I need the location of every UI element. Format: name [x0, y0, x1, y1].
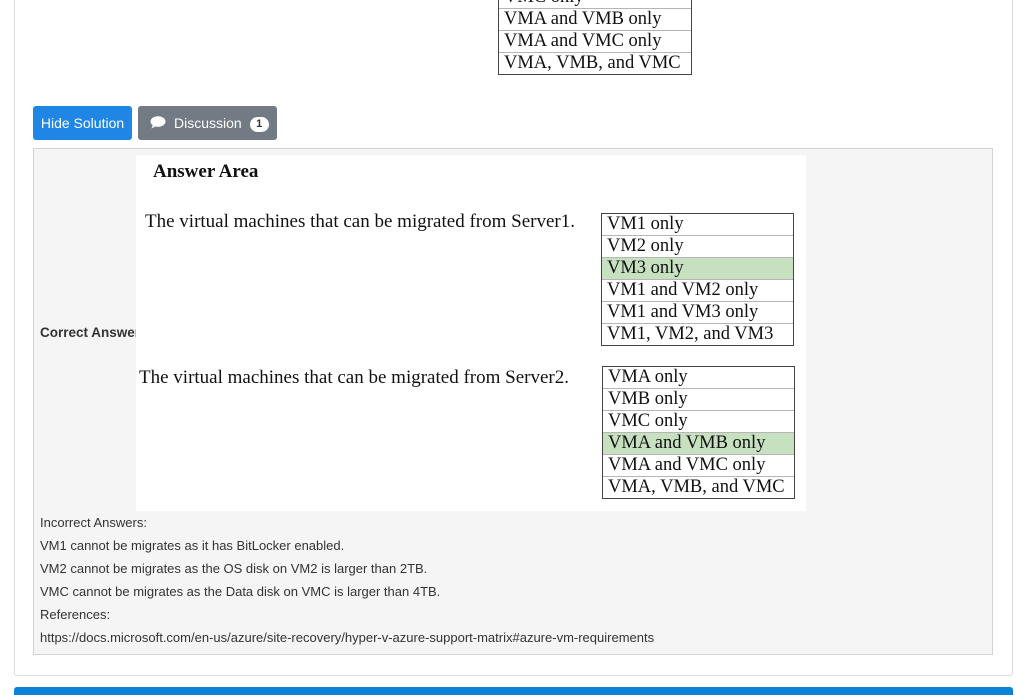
list-item: VMA and VMB only	[499, 8, 691, 30]
explanation-line: VM2 cannot be migrates as the OS disk on…	[40, 561, 428, 576]
answer-area-title: Answer Area	[153, 161, 259, 182]
list-item: VMA only	[608, 367, 688, 387]
server1-statement: The virtual machines that can be migrate…	[145, 211, 575, 232]
comment-icon	[150, 107, 166, 141]
list-item: VM1 only	[607, 214, 684, 234]
list-item: VMA, VMB, and VMC	[603, 476, 794, 498]
server2-statement: The virtual machines that can be migrate…	[139, 367, 569, 388]
list-item: VM1 and VM3 only	[602, 301, 793, 323]
hide-solution-label: Hide Solution	[40, 115, 125, 131]
list-item: VMA and VMC only	[499, 30, 691, 52]
list-item: VM2 only	[602, 235, 793, 257]
list-item: VMA and VMC only	[603, 454, 794, 476]
correct-answer-label: Correct Answer:	[40, 325, 145, 340]
answer-area-image: Answer Area The virtual machines that ca…	[136, 155, 806, 511]
list-item: VMB only	[603, 388, 794, 410]
list-item: VM1, VM2, and VM3	[602, 323, 793, 345]
discussion-button[interactable]: Discussion 1	[138, 106, 277, 140]
selected-list-item: VM3 only	[602, 257, 793, 279]
server1-answer-list: VM1 only VM2 only VM3 only VM1 and VM2 o…	[601, 213, 794, 346]
question-answer-list: VMC only VMA and VMB only VMA and VMC on…	[498, 0, 692, 75]
discussion-count-badge: 1	[249, 116, 269, 132]
selected-list-item: VMA and VMB only	[603, 432, 794, 454]
discussion-label: Discussion	[174, 115, 242, 131]
incorrect-answers-heading: Incorrect Answers:	[40, 515, 147, 530]
list-item: VMC only	[499, 0, 691, 8]
explanation-line: VMC cannot be migrates as the Data disk …	[40, 584, 441, 599]
explanation-line: VM1 cannot be migrates as it has BitLock…	[40, 538, 345, 553]
reference-link[interactable]: https://docs.microsoft.com/en-us/azure/s…	[40, 630, 654, 645]
solution-panel: Correct Answer: Answer Area The virtual …	[33, 148, 993, 655]
list-item: VMC only	[603, 410, 794, 432]
next-card-edge	[14, 687, 1013, 695]
references-heading: References:	[40, 607, 111, 622]
server2-answer-list: VMA only VMB only VMC only VMA and VMB o…	[602, 366, 795, 499]
list-item: VMA, VMB, and VMC	[499, 52, 691, 74]
hide-solution-button[interactable]: Hide Solution	[33, 106, 132, 140]
list-item: VM1 and VM2 only	[602, 279, 793, 301]
